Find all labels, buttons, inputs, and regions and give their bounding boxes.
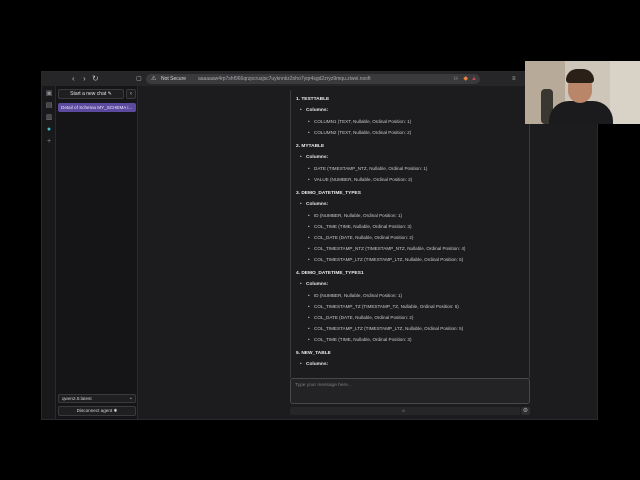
list-item: • COL_TIME (TIME, Nullable, Ordinal Posit… [308, 224, 412, 229]
list-item: • DATE (TIMESTAMP_NTZ, Nullable, Ordinal … [308, 166, 428, 171]
assistant-message: 1. TESTTABLE • Columns: • COLUMN1 (TEXT, N… [290, 90, 530, 378]
model-select[interactable]: qwen2.5:latest ⌄ [58, 394, 136, 403]
list-item: • COLUMN1 (TEXT, Nullable, Ordinal Positi… [308, 119, 412, 124]
list-item: • COL_TIMESTAMP_LTZ (TIMESTAMP_LTZ, Nulla… [308, 257, 464, 262]
browser-window: ‹ › ↻ ▢ ⚠ Not Secure aaaaaaw4rp7shf966qr… [41, 71, 598, 420]
doc-icon[interactable]: ▥ [45, 114, 53, 122]
screen: ‹ › ↻ ▢ ⚠ Not Secure aaaaaaw4rp7shf966qr… [0, 0, 640, 480]
app-icon-rail: ▣ ▤ ▥ ● + [42, 86, 56, 419]
list-item: • COL_TIME (TIME, Nullable, Ordinal Posit… [308, 337, 412, 342]
attach-icon[interactable]: ⌀ [402, 408, 405, 414]
settings-button[interactable]: ⚙ [521, 407, 530, 415]
list-item: • ID (NUMBER, Nullable, Ordinal Position:… [308, 293, 403, 298]
list-item: • COL_DATE (DATE, Nullable, Ordinal Posit… [308, 315, 414, 320]
disconnect-agent-button[interactable]: Disconnect agent ✱ [58, 406, 136, 416]
disconnect-label: Disconnect agent [76, 408, 113, 413]
tab-icon[interactable]: ▢ [136, 74, 142, 84]
gear-icon: ⚙ [522, 408, 529, 414]
new-chat-label: Start a new chat [70, 91, 107, 97]
list-item: • COL_TIMESTAMP_TZ (TIMESTAMP_TZ, Nullabl… [308, 304, 459, 309]
pencil-icon: ✎ [107, 91, 112, 97]
address-bar[interactable]: ⚠ Not Secure aaaaaaw4rp7shf966qrzpcrusjs… [146, 74, 480, 84]
table-title: 1. TESTTABLE [296, 97, 330, 102]
webcam-overlay [525, 61, 640, 124]
url-text: aaaaaaw4rp7shf966qrzpcrusjsc7uyknnkz2oho… [198, 76, 371, 82]
add-icon[interactable]: + [45, 138, 53, 146]
chat-main: 1. TESTTABLE • Columns: • COLUMN1 (TEXT, N… [139, 86, 597, 419]
forward-icon[interactable]: › [83, 74, 86, 84]
new-chat-button[interactable]: Start a new chat ✎ [58, 89, 124, 99]
columns-label: • Columns: [300, 202, 329, 207]
columns-label: • Columns: [300, 282, 329, 287]
list-item: • VALUE (NUMBER, Nullable, Ordinal Positi… [308, 177, 413, 182]
warning-icon: ⚠ [151, 76, 157, 82]
table-title: 4. DEMO_DATETIME_TYPES1 [296, 271, 364, 276]
menu-icon[interactable]: ≡ [512, 74, 516, 84]
back-icon[interactable]: ‹ [72, 74, 75, 84]
layout-icon[interactable]: ▣ [45, 90, 53, 98]
table-title: 3. DEMO_DATETIME_TYPES [296, 191, 361, 196]
list-item: • COL_TIMESTAMP_NTZ (TIMESTAMP_NTZ, Nulla… [308, 246, 466, 251]
browser-toolbar: ‹ › ↻ ▢ ⚠ Not Secure aaaaaaw4rp7shf966qr… [42, 72, 597, 86]
columns-label: • Columns: [300, 362, 329, 367]
db-icon[interactable]: ▤ [45, 102, 53, 110]
list-item: • COL_DATE (DATE, Nullable, Ordinal Posit… [308, 235, 414, 240]
chevron-left-icon: ‹ [130, 91, 132, 97]
chat-history-item[interactable]: Detail of Schema MY_SCHEMA i... [58, 103, 136, 112]
agent-icon[interactable]: ● [45, 126, 53, 134]
chevron-down-icon: ⌄ [128, 395, 133, 401]
not-secure-label: Not Secure [161, 76, 187, 82]
message-content: 1. TESTTABLE • Columns: • COLUMN1 (TEXT, N… [296, 95, 528, 371]
list-item: • COLUMN2 (TEXT, Nullable, Ordinal Positi… [308, 130, 412, 135]
chat-sidebar: Start a new chat ✎ ‹ Detail of Schema MY… [56, 86, 138, 419]
list-item: • COL_TIMESTAMP_LTZ (TIMESTAMP_LTZ, Nulla… [308, 326, 464, 331]
message-input-placeholder: Type your message here... [295, 383, 352, 388]
reload-icon[interactable]: ↻ [92, 74, 99, 84]
collapse-sidebar-button[interactable]: ‹ [126, 89, 136, 99]
table-title: 5. NEW_TABLE [296, 351, 331, 356]
message-input[interactable]: Type your message here... [290, 378, 530, 404]
shield-icon[interactable]: ◆ [463, 74, 468, 84]
composer-toolbar[interactable]: ⌀ [290, 407, 520, 415]
table-title: 2. MYTABLE [296, 144, 325, 149]
list-item: • ID (NUMBER, Nullable, Ordinal Position:… [308, 213, 403, 218]
asterisk-icon: ✱ [113, 408, 118, 413]
model-select-value: qwen2.5:latest [62, 396, 92, 401]
columns-label: • Columns: [300, 108, 329, 113]
columns-label: • Columns: [300, 155, 329, 160]
extension-icon[interactable]: ▲ [471, 74, 477, 84]
bookmark-icon[interactable]: ⚇ [454, 74, 458, 84]
